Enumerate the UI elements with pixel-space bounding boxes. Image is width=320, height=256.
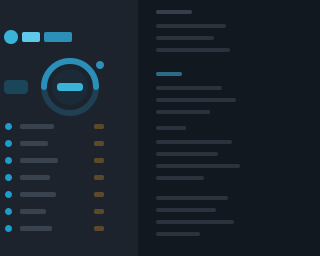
bullet-icon xyxy=(5,123,12,130)
list-item-label xyxy=(20,175,50,180)
list-item-value xyxy=(94,209,104,214)
list-item-value xyxy=(94,175,104,180)
list-item-value xyxy=(94,124,104,129)
bullet-icon xyxy=(5,208,12,215)
text-line xyxy=(156,98,236,102)
right-panel xyxy=(148,0,256,256)
text-line xyxy=(156,232,200,236)
app-logo xyxy=(4,28,72,46)
text-line xyxy=(156,220,234,224)
gauge-icon xyxy=(41,58,104,116)
section-heading xyxy=(156,126,186,130)
list-item-label xyxy=(20,192,56,197)
text-line xyxy=(156,110,210,114)
text-line xyxy=(156,196,228,200)
list-item-value xyxy=(94,226,104,231)
section-heading xyxy=(156,72,182,76)
list-item-label xyxy=(20,209,46,214)
panel-heading xyxy=(156,10,192,14)
bullet-icon xyxy=(5,225,12,232)
bullet-icon xyxy=(5,191,12,198)
list-item-value xyxy=(94,141,104,146)
text-line xyxy=(156,48,230,52)
list-item-label xyxy=(20,124,54,129)
text-line xyxy=(156,36,214,40)
list-item[interactable] xyxy=(0,135,138,152)
list-item-label xyxy=(20,158,58,163)
list-item[interactable] xyxy=(0,118,138,135)
list-item[interactable] xyxy=(0,220,138,237)
app-window xyxy=(0,0,256,256)
text-line xyxy=(156,208,216,212)
list-item[interactable] xyxy=(0,186,138,203)
text-line xyxy=(156,164,240,168)
bullet-icon xyxy=(5,174,12,181)
list-item[interactable] xyxy=(0,169,138,186)
list-item-label xyxy=(20,141,48,146)
list-item[interactable] xyxy=(0,203,138,220)
bullet-icon xyxy=(5,157,12,164)
list-item-value xyxy=(94,158,104,163)
list-item-label xyxy=(20,226,52,231)
logo-wordmark-part-2 xyxy=(44,32,72,42)
bullet-icon xyxy=(5,140,12,147)
text-line xyxy=(156,152,218,156)
list-item-value xyxy=(94,192,104,197)
text-line xyxy=(156,86,222,90)
gauge-widget[interactable] xyxy=(30,55,120,119)
status-chip[interactable] xyxy=(4,80,28,94)
gauge-value-chip xyxy=(57,83,83,91)
text-line xyxy=(156,24,226,28)
logo-icon xyxy=(4,30,18,44)
gauge-indicator-dot xyxy=(96,61,104,69)
list-item[interactable] xyxy=(0,152,138,169)
text-line xyxy=(156,140,232,144)
text-line xyxy=(156,176,204,180)
logo-wordmark-part-1 xyxy=(22,32,40,42)
metrics-list xyxy=(0,118,138,237)
left-panel xyxy=(0,0,138,256)
